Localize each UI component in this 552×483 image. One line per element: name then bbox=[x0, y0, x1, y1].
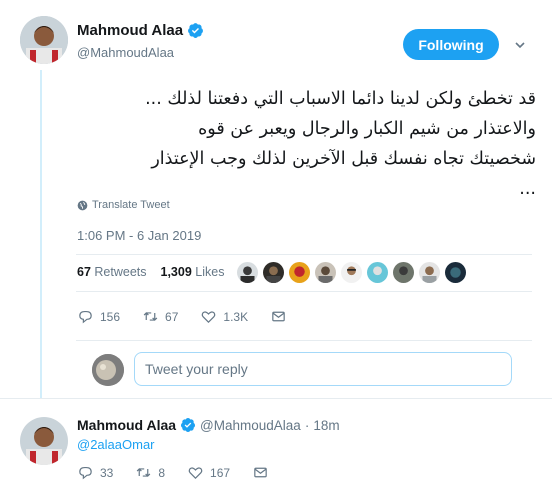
reply-tweet-header: Mahmoud Alaa @MahmoudAlaa · 18m bbox=[77, 417, 340, 433]
tweet-timestamp[interactable]: 1:06 PM - 6 Jan 2019 bbox=[77, 228, 201, 243]
tweet-separator bbox=[0, 398, 552, 399]
retweets-count[interactable]: 67 bbox=[77, 265, 91, 279]
message-action[interactable] bbox=[270, 308, 287, 325]
author-avatar[interactable] bbox=[20, 16, 68, 64]
globe-icon bbox=[77, 200, 88, 210]
translate-label[interactable]: Translate Tweet bbox=[92, 199, 170, 211]
reply-placeholder[interactable]: Tweet your reply bbox=[145, 361, 248, 377]
separator-dot: · bbox=[304, 417, 310, 433]
divider bbox=[76, 291, 532, 292]
thread-line bbox=[40, 70, 42, 398]
likes-stat[interactable]: 1,309 Likes bbox=[161, 265, 225, 279]
author-avatar[interactable] bbox=[20, 417, 68, 465]
liker-avatar[interactable] bbox=[444, 261, 467, 284]
like-icon[interactable] bbox=[187, 464, 204, 481]
author-handle[interactable]: @MahmoudAlaa bbox=[77, 45, 174, 60]
tweet-actions: 156 67 1.3K bbox=[77, 308, 309, 325]
like-action[interactable]: 167 bbox=[187, 464, 230, 481]
verified-badge-icon bbox=[181, 418, 196, 432]
reply-count: 156 bbox=[100, 309, 121, 324]
retweets-label[interactable]: Retweets bbox=[94, 265, 146, 279]
translate-tweet-link[interactable]: Translate Tweet bbox=[77, 199, 170, 211]
tweet-time[interactable]: 18m bbox=[313, 418, 339, 433]
verified-badge-icon bbox=[188, 23, 204, 38]
tweet-actions: 33 8 167 bbox=[77, 464, 291, 481]
author-handle[interactable]: @MahmoudAlaa bbox=[200, 418, 301, 433]
following-button[interactable]: Following bbox=[403, 29, 499, 60]
retweet-action[interactable]: 8 bbox=[135, 464, 165, 481]
retweets-stat[interactable]: 67 Retweets bbox=[77, 265, 147, 279]
message-icon[interactable] bbox=[270, 308, 287, 325]
message-action[interactable] bbox=[252, 464, 269, 481]
reply-input[interactable]: Tweet your reply bbox=[134, 352, 512, 386]
current-user-avatar[interactable] bbox=[92, 354, 124, 386]
liker-avatar[interactable] bbox=[340, 261, 363, 284]
liker-avatar[interactable] bbox=[392, 261, 415, 284]
retweet-icon[interactable] bbox=[135, 464, 152, 481]
liker-avatar[interactable] bbox=[236, 261, 259, 284]
like-icon[interactable] bbox=[200, 308, 217, 325]
reply-action[interactable]: 156 bbox=[77, 308, 120, 325]
liker-avatar[interactable] bbox=[366, 261, 389, 284]
reply-icon[interactable] bbox=[77, 308, 94, 325]
divider bbox=[76, 340, 532, 341]
liker-avatar[interactable] bbox=[262, 261, 285, 284]
like-count: 1.3K bbox=[223, 309, 249, 324]
tweet-stats: 67 Retweets 1,309 Likes bbox=[77, 265, 224, 279]
reply-count: 33 bbox=[100, 465, 114, 480]
author-name-text[interactable]: Mahmoud Alaa bbox=[77, 22, 183, 39]
liker-avatar[interactable] bbox=[288, 261, 311, 284]
liker-avatar[interactable] bbox=[314, 261, 337, 284]
reply-action[interactable]: 33 bbox=[77, 464, 113, 481]
like-action[interactable]: 1.3K bbox=[200, 308, 248, 325]
message-icon[interactable] bbox=[252, 464, 269, 481]
mention-link[interactable]: @2alaaOmar bbox=[77, 437, 155, 452]
retweet-action[interactable]: 67 bbox=[142, 308, 178, 325]
likes-label[interactable]: Likes bbox=[195, 265, 224, 279]
retweet-count: 67 bbox=[165, 309, 179, 324]
author-name[interactable]: Mahmoud Alaa bbox=[77, 22, 204, 39]
chevron-down-icon[interactable] bbox=[513, 38, 527, 52]
divider bbox=[76, 254, 532, 255]
tweet-text: قد تخطئ ولكن لدينا دائما الاسباب التي دف… bbox=[145, 89, 536, 199]
retweet-count: 8 bbox=[158, 465, 166, 480]
author-name[interactable]: Mahmoud Alaa bbox=[77, 417, 176, 433]
likes-count[interactable]: 1,309 bbox=[161, 265, 192, 279]
liker-avatars bbox=[236, 261, 467, 284]
liker-avatar[interactable] bbox=[418, 261, 441, 284]
reply-icon[interactable] bbox=[77, 464, 94, 481]
like-count: 167 bbox=[210, 465, 231, 480]
retweet-icon[interactable] bbox=[142, 308, 159, 325]
